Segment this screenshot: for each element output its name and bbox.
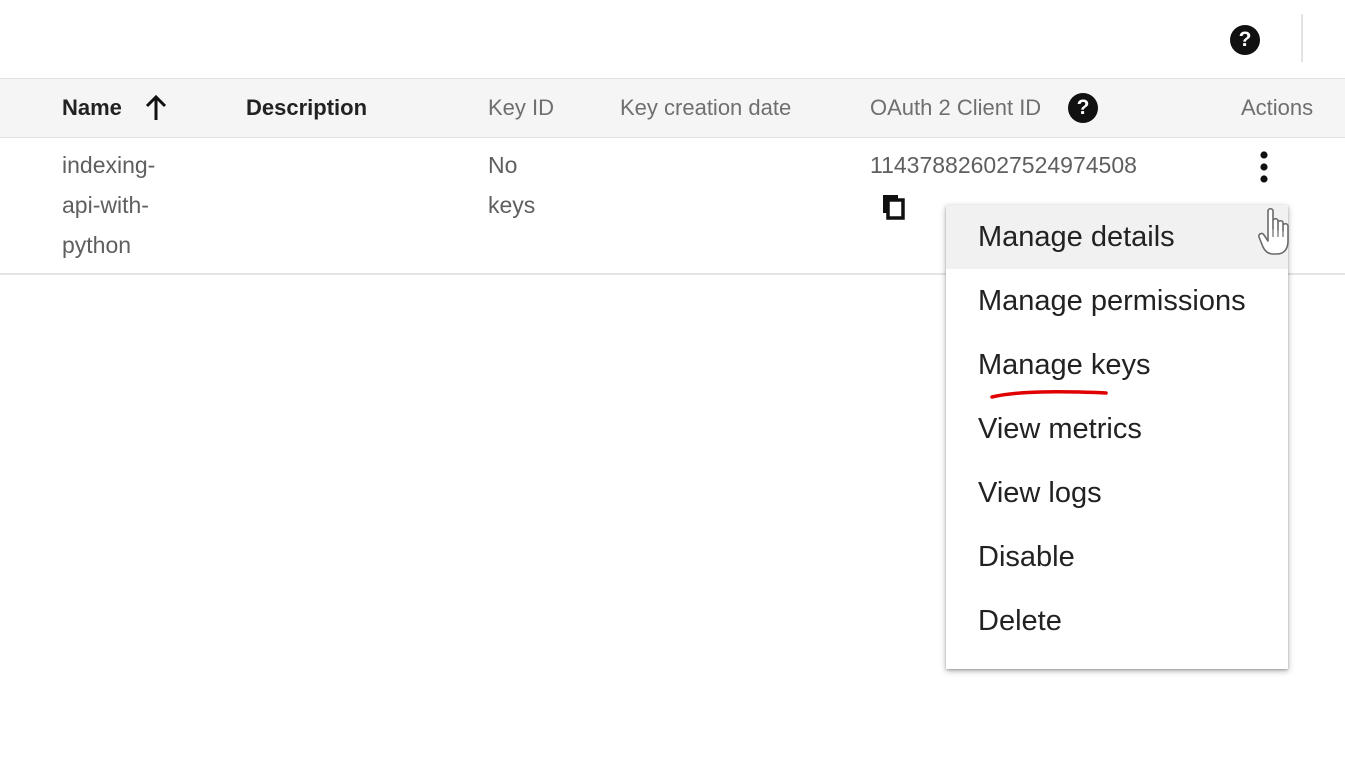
arrow-up-icon[interactable]: [143, 93, 169, 123]
menu-item-delete[interactable]: Delete: [946, 589, 1288, 653]
key-id-value: No keys: [488, 145, 535, 225]
menu-item-disable[interactable]: Disable: [946, 525, 1288, 589]
hand-pointer-cursor-icon: [1258, 207, 1289, 255]
column-header-name[interactable]: Name: [62, 79, 122, 137]
annotation-underline: [990, 390, 1108, 399]
column-header-key-creation-date[interactable]: Key creation date: [620, 79, 791, 137]
menu-item-manage-permissions[interactable]: Manage permissions: [946, 269, 1288, 333]
column-header-description[interactable]: Description: [246, 79, 367, 137]
toolbar-divider: [1301, 14, 1303, 62]
service-accounts-page: ? Name Description Key ID Key creation d…: [0, 0, 1345, 774]
key-id-line: keys: [488, 192, 536, 218]
table-header: Name Description Key ID Key creation dat…: [0, 78, 1345, 138]
more-vert-icon[interactable]: [1248, 149, 1280, 189]
name-line: indexing-: [62, 152, 156, 178]
column-header-oauth-client-id[interactable]: OAuth 2 Client ID: [870, 79, 1041, 137]
key-id-line: No: [488, 152, 518, 178]
oauth-client-id-value: 114378826027524974508: [870, 152, 1137, 178]
name-line: api-with-: [62, 192, 149, 218]
column-header-actions: Actions: [1241, 95, 1314, 120]
help-icon[interactable]: ?: [1230, 25, 1260, 55]
actions-menu: Manage details Manage permissions Manage…: [946, 205, 1288, 669]
menu-item-view-metrics[interactable]: View metrics: [946, 397, 1288, 461]
help-icon[interactable]: ?: [1068, 93, 1098, 123]
menu-item-view-logs[interactable]: View logs: [946, 461, 1288, 525]
service-account-name[interactable]: indexing- api-with- python: [62, 145, 155, 265]
name-line: python: [62, 232, 132, 258]
column-header-key-id[interactable]: Key ID: [488, 79, 554, 137]
copy-icon[interactable]: [880, 192, 910, 222]
menu-item-manage-details[interactable]: Manage details: [946, 205, 1288, 269]
